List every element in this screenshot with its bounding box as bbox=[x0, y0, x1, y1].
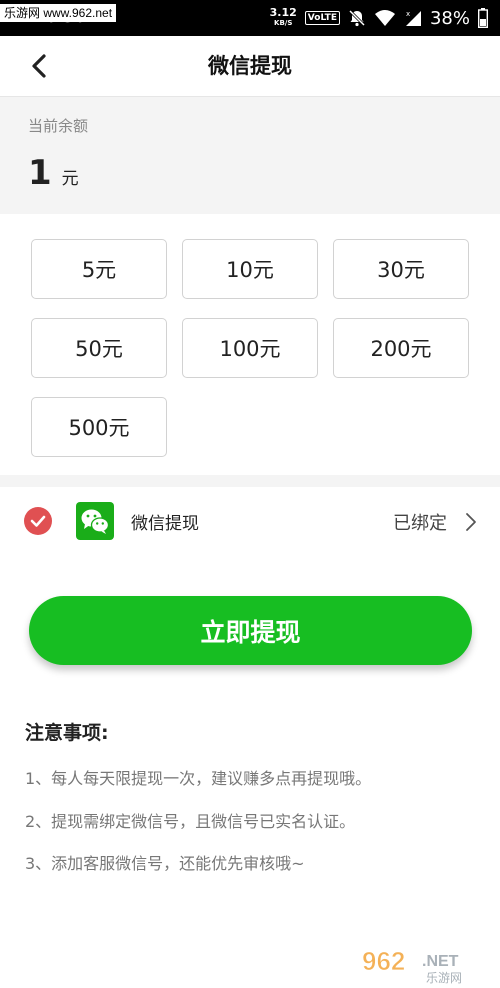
withdraw-now-button[interactable]: 立即提现 bbox=[29, 596, 472, 665]
volte-badge: VoLTE bbox=[304, 11, 340, 25]
svg-text:.NET: .NET bbox=[422, 953, 459, 970]
payment-method-row[interactable]: 微信提现 已绑定 bbox=[0, 487, 500, 557]
signal-icon: x bbox=[404, 9, 422, 27]
network-speed: 3.12 KB/S bbox=[269, 6, 297, 28]
battery-icon bbox=[478, 8, 488, 28]
watermark-top: 乐游网 www.962.net bbox=[0, 4, 117, 22]
chevron-right-icon bbox=[464, 511, 478, 533]
balance-label: 当前余额 bbox=[28, 117, 89, 135]
nav-bar: 微信提现 bbox=[0, 36, 500, 97]
amount-option-200[interactable]: 200元 bbox=[333, 318, 469, 378]
amount-option-30[interactable]: 30元 bbox=[333, 239, 469, 299]
svg-text:x: x bbox=[406, 10, 410, 18]
notes-title: 注意事项: bbox=[25, 722, 109, 744]
network-speed-unit: KB/S bbox=[274, 19, 293, 27]
amount-option-10[interactable]: 10元 bbox=[182, 239, 318, 299]
payment-method-label: 微信提现 bbox=[131, 514, 199, 534]
wechat-icon bbox=[76, 502, 114, 540]
network-speed-value: 3.12 bbox=[269, 6, 297, 19]
page-title: 微信提现 bbox=[208, 54, 292, 78]
balance-unit: 元 bbox=[61, 169, 79, 189]
amount-options: 5元 10元 30元 50元 100元 200元 500元 bbox=[0, 214, 500, 475]
status-bar: 10:50 乐游网 www.962.net 3.12 KB/S VoLTE x bbox=[0, 0, 500, 36]
checkmark-selected-icon[interactable] bbox=[24, 507, 52, 535]
bound-status: 已绑定 bbox=[393, 513, 447, 534]
note-item-1: 1、每人每天限提现一次，建议赚多点再提现哦。 bbox=[25, 769, 372, 788]
amount-option-100[interactable]: 100元 bbox=[182, 318, 318, 378]
bell-muted-icon bbox=[348, 9, 366, 27]
balance-section: 当前余额 1 元 bbox=[0, 97, 500, 214]
svg-text:乐游网: 乐游网 bbox=[426, 971, 462, 984]
wifi-icon bbox=[374, 9, 396, 27]
section-divider bbox=[0, 475, 500, 487]
note-item-3: 3、添加客服微信号，还能优先审核哦~ bbox=[25, 854, 305, 873]
svg-text:962: 962 bbox=[362, 946, 405, 976]
amount-option-500[interactable]: 500元 bbox=[31, 397, 167, 457]
balance-amount: 1 元 bbox=[28, 153, 79, 193]
status-right-group: 3.12 KB/S VoLTE x 38% bbox=[270, 0, 488, 36]
balance-value: 1 bbox=[28, 153, 52, 193]
battery-percent: 38% bbox=[429, 7, 470, 29]
watermark-logo: 962 .NET 乐游网 bbox=[360, 944, 492, 985]
note-item-2: 2、提现需绑定微信号，且微信号已实名认证。 bbox=[25, 812, 356, 831]
amount-option-50[interactable]: 50元 bbox=[31, 318, 167, 378]
amount-option-5[interactable]: 5元 bbox=[31, 239, 167, 299]
